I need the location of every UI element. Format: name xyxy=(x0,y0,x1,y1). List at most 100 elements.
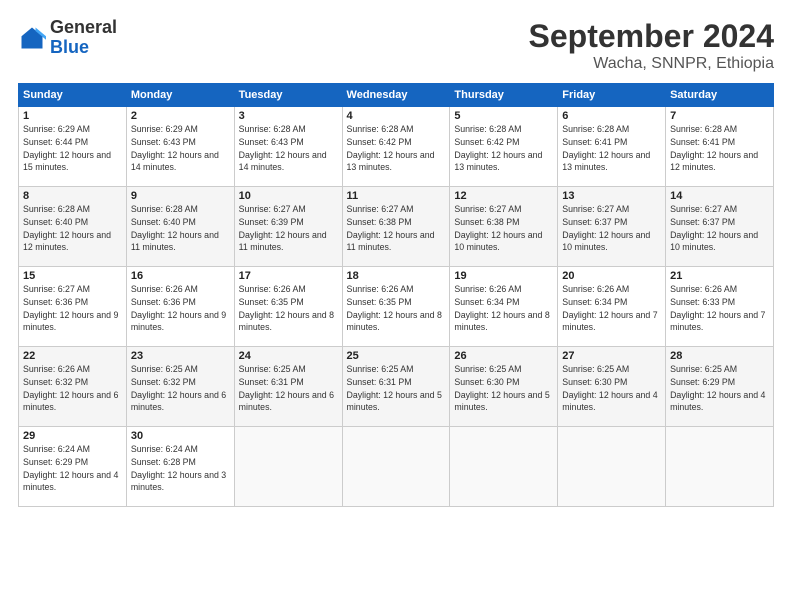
day-number: 29 xyxy=(23,430,122,442)
table-row: 12Sunrise: 6:27 AM Sunset: 6:38 PM Dayli… xyxy=(450,187,558,267)
table-row: 15Sunrise: 6:27 AM Sunset: 6:36 PM Dayli… xyxy=(19,267,127,347)
col-monday: Monday xyxy=(126,84,234,107)
col-thursday: Thursday xyxy=(450,84,558,107)
day-info: Sunrise: 6:28 AM Sunset: 6:42 PM Dayligh… xyxy=(454,123,553,174)
day-number: 10 xyxy=(239,190,338,202)
day-number: 23 xyxy=(131,350,230,362)
col-wednesday: Wednesday xyxy=(342,84,450,107)
col-sunday: Sunday xyxy=(19,84,127,107)
table-row: 24Sunrise: 6:25 AM Sunset: 6:31 PM Dayli… xyxy=(234,347,342,427)
day-number: 11 xyxy=(347,190,446,202)
col-tuesday: Tuesday xyxy=(234,84,342,107)
logo-icon xyxy=(18,24,46,52)
day-number: 1 xyxy=(23,110,122,122)
logo-text-line2: Blue xyxy=(50,38,117,58)
day-number: 14 xyxy=(670,190,769,202)
day-info: Sunrise: 6:28 AM Sunset: 6:42 PM Dayligh… xyxy=(347,123,446,174)
day-info: Sunrise: 6:25 AM Sunset: 6:30 PM Dayligh… xyxy=(562,363,661,414)
day-number: 27 xyxy=(562,350,661,362)
day-number: 30 xyxy=(131,430,230,442)
table-row xyxy=(666,427,774,507)
day-info: Sunrise: 6:28 AM Sunset: 6:40 PM Dayligh… xyxy=(131,203,230,254)
day-number: 5 xyxy=(454,110,553,122)
table-row: 7Sunrise: 6:28 AM Sunset: 6:41 PM Daylig… xyxy=(666,107,774,187)
day-number: 15 xyxy=(23,270,122,282)
day-number: 9 xyxy=(131,190,230,202)
table-row xyxy=(234,427,342,507)
table-row: 3Sunrise: 6:28 AM Sunset: 6:43 PM Daylig… xyxy=(234,107,342,187)
day-info: Sunrise: 6:26 AM Sunset: 6:35 PM Dayligh… xyxy=(347,283,446,334)
day-info: Sunrise: 6:25 AM Sunset: 6:29 PM Dayligh… xyxy=(670,363,769,414)
logo-text-line1: General xyxy=(50,18,117,38)
table-row: 22Sunrise: 6:26 AM Sunset: 6:32 PM Dayli… xyxy=(19,347,127,427)
table-row: 9Sunrise: 6:28 AM Sunset: 6:40 PM Daylig… xyxy=(126,187,234,267)
day-number: 3 xyxy=(239,110,338,122)
day-info: Sunrise: 6:27 AM Sunset: 6:37 PM Dayligh… xyxy=(562,203,661,254)
table-row xyxy=(342,427,450,507)
table-row: 21Sunrise: 6:26 AM Sunset: 6:33 PM Dayli… xyxy=(666,267,774,347)
table-row: 28Sunrise: 6:25 AM Sunset: 6:29 PM Dayli… xyxy=(666,347,774,427)
table-row: 14Sunrise: 6:27 AM Sunset: 6:37 PM Dayli… xyxy=(666,187,774,267)
day-number: 24 xyxy=(239,350,338,362)
month-title: September 2024 xyxy=(529,18,774,55)
day-number: 17 xyxy=(239,270,338,282)
table-row: 23Sunrise: 6:25 AM Sunset: 6:32 PM Dayli… xyxy=(126,347,234,427)
table-row: 6Sunrise: 6:28 AM Sunset: 6:41 PM Daylig… xyxy=(558,107,666,187)
day-info: Sunrise: 6:26 AM Sunset: 6:32 PM Dayligh… xyxy=(23,363,122,414)
day-number: 8 xyxy=(23,190,122,202)
table-row: 5Sunrise: 6:28 AM Sunset: 6:42 PM Daylig… xyxy=(450,107,558,187)
day-info: Sunrise: 6:28 AM Sunset: 6:40 PM Dayligh… xyxy=(23,203,122,254)
table-row: 25Sunrise: 6:25 AM Sunset: 6:31 PM Dayli… xyxy=(342,347,450,427)
week-row-2: 8Sunrise: 6:28 AM Sunset: 6:40 PM Daylig… xyxy=(19,187,774,267)
col-friday: Friday xyxy=(558,84,666,107)
week-row-1: 1Sunrise: 6:29 AM Sunset: 6:44 PM Daylig… xyxy=(19,107,774,187)
day-info: Sunrise: 6:29 AM Sunset: 6:43 PM Dayligh… xyxy=(131,123,230,174)
day-number: 21 xyxy=(670,270,769,282)
day-number: 7 xyxy=(670,110,769,122)
day-number: 4 xyxy=(347,110,446,122)
day-number: 22 xyxy=(23,350,122,362)
day-info: Sunrise: 6:26 AM Sunset: 6:34 PM Dayligh… xyxy=(454,283,553,334)
day-info: Sunrise: 6:25 AM Sunset: 6:32 PM Dayligh… xyxy=(131,363,230,414)
day-number: 28 xyxy=(670,350,769,362)
day-info: Sunrise: 6:28 AM Sunset: 6:41 PM Dayligh… xyxy=(562,123,661,174)
table-row: 20Sunrise: 6:26 AM Sunset: 6:34 PM Dayli… xyxy=(558,267,666,347)
day-number: 6 xyxy=(562,110,661,122)
table-row: 26Sunrise: 6:25 AM Sunset: 6:30 PM Dayli… xyxy=(450,347,558,427)
table-row: 8Sunrise: 6:28 AM Sunset: 6:40 PM Daylig… xyxy=(19,187,127,267)
table-row: 18Sunrise: 6:26 AM Sunset: 6:35 PM Dayli… xyxy=(342,267,450,347)
day-info: Sunrise: 6:26 AM Sunset: 6:35 PM Dayligh… xyxy=(239,283,338,334)
day-info: Sunrise: 6:24 AM Sunset: 6:28 PM Dayligh… xyxy=(131,443,230,494)
day-info: Sunrise: 6:27 AM Sunset: 6:36 PM Dayligh… xyxy=(23,283,122,334)
day-info: Sunrise: 6:28 AM Sunset: 6:43 PM Dayligh… xyxy=(239,123,338,174)
day-info: Sunrise: 6:26 AM Sunset: 6:36 PM Dayligh… xyxy=(131,283,230,334)
week-row-5: 29Sunrise: 6:24 AM Sunset: 6:29 PM Dayli… xyxy=(19,427,774,507)
table-row xyxy=(450,427,558,507)
day-info: Sunrise: 6:27 AM Sunset: 6:38 PM Dayligh… xyxy=(347,203,446,254)
table-row: 19Sunrise: 6:26 AM Sunset: 6:34 PM Dayli… xyxy=(450,267,558,347)
day-number: 19 xyxy=(454,270,553,282)
table-row: 10Sunrise: 6:27 AM Sunset: 6:39 PM Dayli… xyxy=(234,187,342,267)
table-row: 17Sunrise: 6:26 AM Sunset: 6:35 PM Dayli… xyxy=(234,267,342,347)
week-row-3: 15Sunrise: 6:27 AM Sunset: 6:36 PM Dayli… xyxy=(19,267,774,347)
day-info: Sunrise: 6:29 AM Sunset: 6:44 PM Dayligh… xyxy=(23,123,122,174)
calendar-header-row: Sunday Monday Tuesday Wednesday Thursday… xyxy=(19,84,774,107)
day-number: 25 xyxy=(347,350,446,362)
table-row: 30Sunrise: 6:24 AM Sunset: 6:28 PM Dayli… xyxy=(126,427,234,507)
day-number: 18 xyxy=(347,270,446,282)
day-number: 20 xyxy=(562,270,661,282)
day-info: Sunrise: 6:27 AM Sunset: 6:37 PM Dayligh… xyxy=(670,203,769,254)
day-info: Sunrise: 6:25 AM Sunset: 6:30 PM Dayligh… xyxy=(454,363,553,414)
day-info: Sunrise: 6:27 AM Sunset: 6:38 PM Dayligh… xyxy=(454,203,553,254)
week-row-4: 22Sunrise: 6:26 AM Sunset: 6:32 PM Dayli… xyxy=(19,347,774,427)
day-info: Sunrise: 6:25 AM Sunset: 6:31 PM Dayligh… xyxy=(347,363,446,414)
table-row: 13Sunrise: 6:27 AM Sunset: 6:37 PM Dayli… xyxy=(558,187,666,267)
col-saturday: Saturday xyxy=(666,84,774,107)
table-row xyxy=(558,427,666,507)
table-row: 27Sunrise: 6:25 AM Sunset: 6:30 PM Dayli… xyxy=(558,347,666,427)
title-block: September 2024 Wacha, SNNPR, Ethiopia xyxy=(529,18,774,73)
logo: General Blue xyxy=(18,18,117,58)
day-number: 16 xyxy=(131,270,230,282)
table-row: 16Sunrise: 6:26 AM Sunset: 6:36 PM Dayli… xyxy=(126,267,234,347)
table-row: 29Sunrise: 6:24 AM Sunset: 6:29 PM Dayli… xyxy=(19,427,127,507)
